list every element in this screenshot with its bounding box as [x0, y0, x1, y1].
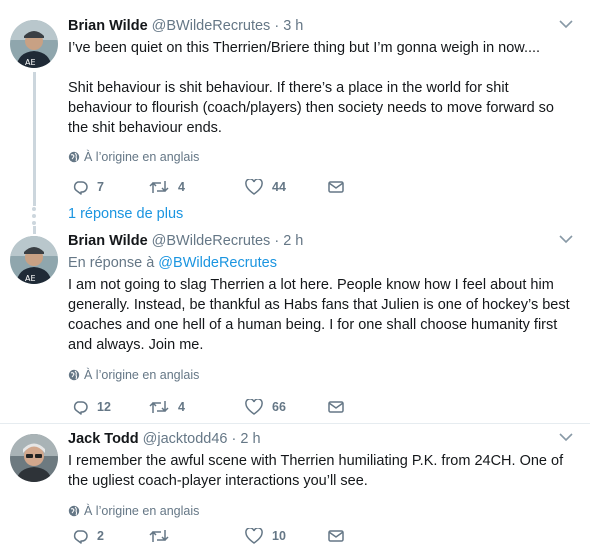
retweet-button[interactable]	[149, 528, 245, 544]
tweet-2[interactable]: AE Brian Wilde @BWildeRecrutes · 2 h En r…	[0, 226, 590, 424]
reply-button[interactable]: 7	[72, 179, 132, 195]
retweet-count: 4	[178, 400, 185, 414]
svg-text:AE: AE	[25, 274, 36, 283]
avatar-jack-todd[interactable]	[10, 434, 58, 482]
tweet-text: I remember the awful scene with Therrien…	[68, 453, 564, 489]
translate-note[interactable]: À l’origine en anglais	[68, 503, 576, 519]
author-handle[interactable]: @BWildeRecrutes	[152, 233, 271, 249]
tweet-1[interactable]: AE Brian Wilde @BWildeRecrutes · 3 h I’ve…	[0, 0, 590, 206]
like-icon	[245, 179, 263, 195]
reply-button[interactable]: 12	[72, 399, 132, 415]
translate-label[interactable]: À l’origine en anglais	[84, 149, 199, 165]
tweet-time[interactable]: · 3 h	[274, 18, 303, 34]
direct-message-icon	[328, 401, 344, 413]
caret-down-icon[interactable]	[558, 18, 574, 30]
globe-icon	[68, 369, 80, 381]
reply-icon	[73, 181, 88, 195]
svg-text:AE: AE	[25, 58, 36, 67]
translate-label[interactable]: À l’origine en anglais	[84, 367, 199, 383]
like-count: 10	[272, 529, 286, 543]
translate-note[interactable]: À l’origine en anglais	[68, 149, 576, 165]
avatar-brian-wilde[interactable]: AE	[10, 20, 58, 68]
tweet-actions: 12 4 66	[72, 397, 345, 417]
reply-mention-link[interactable]: @BWildeRecrutes	[158, 255, 277, 271]
retweet-count: 4	[178, 180, 185, 194]
thread-dots	[32, 207, 37, 228]
reply-count: 7	[97, 180, 104, 194]
direct-message-button[interactable]	[327, 399, 345, 415]
thread-line	[33, 226, 36, 234]
retweet-icon	[149, 530, 169, 542]
like-button[interactable]: 10	[245, 528, 327, 544]
tweet-text: I’ve been quiet on this Therrien/Briere …	[68, 38, 576, 138]
direct-message-icon	[328, 530, 344, 542]
retweet-icon	[149, 181, 169, 193]
like-icon	[245, 528, 263, 544]
globe-icon	[68, 151, 80, 163]
retweet-button[interactable]: 4	[149, 399, 245, 415]
tweet-text-line: I’ve been quiet on this Therrien/Briere …	[68, 40, 541, 56]
like-count: 66	[272, 400, 286, 414]
tweet-actions: 2 10	[72, 526, 345, 546]
tweet-time[interactable]: · 2 h	[232, 431, 261, 447]
tweet-actions: 7 4 44	[72, 177, 345, 197]
globe-icon	[68, 505, 80, 517]
author-handle[interactable]: @BWildeRecrutes	[152, 18, 271, 34]
tweet-time[interactable]: · 2 h	[274, 233, 303, 249]
reply-prefix: En réponse à	[68, 255, 155, 271]
more-replies-link[interactable]: 1 réponse de plus	[68, 204, 183, 224]
translate-label[interactable]: À l’origine en anglais	[84, 503, 199, 519]
author-name[interactable]: Brian Wilde	[68, 233, 148, 249]
like-button[interactable]: 44	[245, 179, 327, 195]
caret-down-icon[interactable]	[558, 431, 574, 443]
reply-icon	[73, 401, 88, 415]
tweet-text: I am not going to slag Therrien a lot he…	[68, 277, 570, 353]
author-handle[interactable]: @jacktodd46	[143, 431, 228, 447]
tweet-header: Jack Todd @jacktodd46 · 2 h	[68, 429, 576, 449]
reply-button[interactable]: 2	[72, 528, 132, 544]
retweet-button[interactable]: 4	[149, 179, 245, 195]
caret-down-icon[interactable]	[558, 233, 574, 245]
author-name[interactable]: Brian Wilde	[68, 18, 148, 34]
reply-count: 2	[97, 529, 104, 543]
like-count: 44	[272, 180, 286, 194]
tweet-header: Brian Wilde @BWildeRecrutes · 3 h	[68, 16, 576, 36]
reply-context: En réponse à @BWildeRecrutes	[68, 253, 576, 273]
like-button[interactable]: 66	[245, 399, 327, 415]
direct-message-button[interactable]	[327, 528, 345, 544]
retweet-icon	[149, 401, 169, 413]
like-icon	[245, 399, 263, 415]
direct-message-icon	[328, 181, 344, 193]
thread-line	[33, 72, 36, 206]
translate-note[interactable]: À l’origine en anglais	[68, 367, 576, 383]
tweet-header: Brian Wilde @BWildeRecrutes · 2 h	[68, 231, 576, 251]
avatar-brian-wilde[interactable]: AE	[10, 236, 58, 284]
author-name[interactable]: Jack Todd	[68, 431, 139, 447]
direct-message-button[interactable]	[327, 179, 345, 195]
tweet-3[interactable]: Jack Todd @jacktodd46 · 2 h I remember th…	[0, 424, 590, 549]
reply-icon	[73, 530, 88, 544]
tweet-text-line: Shit behaviour is shit behaviour. If the…	[68, 80, 554, 136]
reply-count: 12	[97, 400, 111, 414]
